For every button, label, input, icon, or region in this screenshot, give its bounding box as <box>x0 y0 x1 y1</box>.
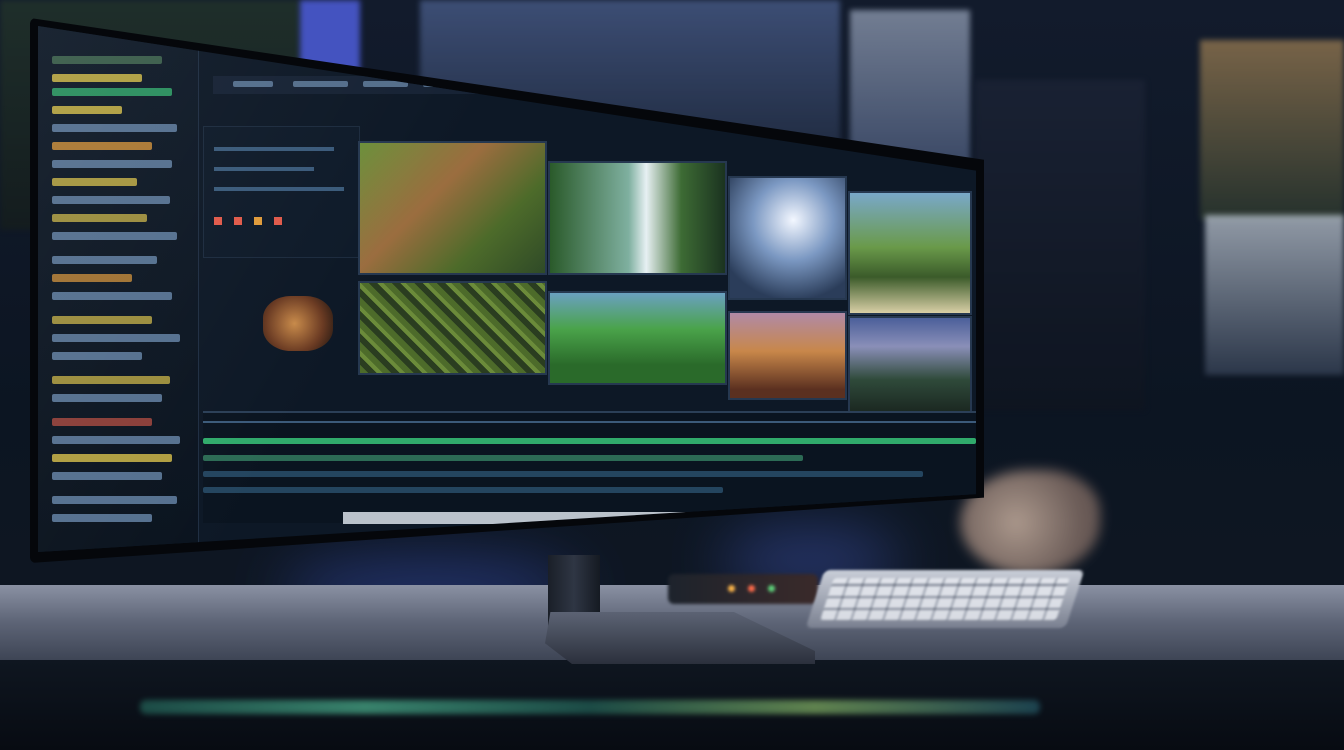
timeline-end-indicator <box>893 512 923 524</box>
keyboard[interactable] <box>805 570 1085 628</box>
desk-led-strip <box>140 700 1040 714</box>
background-monitor-far-right <box>1200 40 1344 220</box>
background-rack <box>975 80 1145 410</box>
control-device <box>668 574 818 604</box>
background-monitor-right-lower <box>1205 215 1344 375</box>
photo-scene <box>0 0 1344 750</box>
